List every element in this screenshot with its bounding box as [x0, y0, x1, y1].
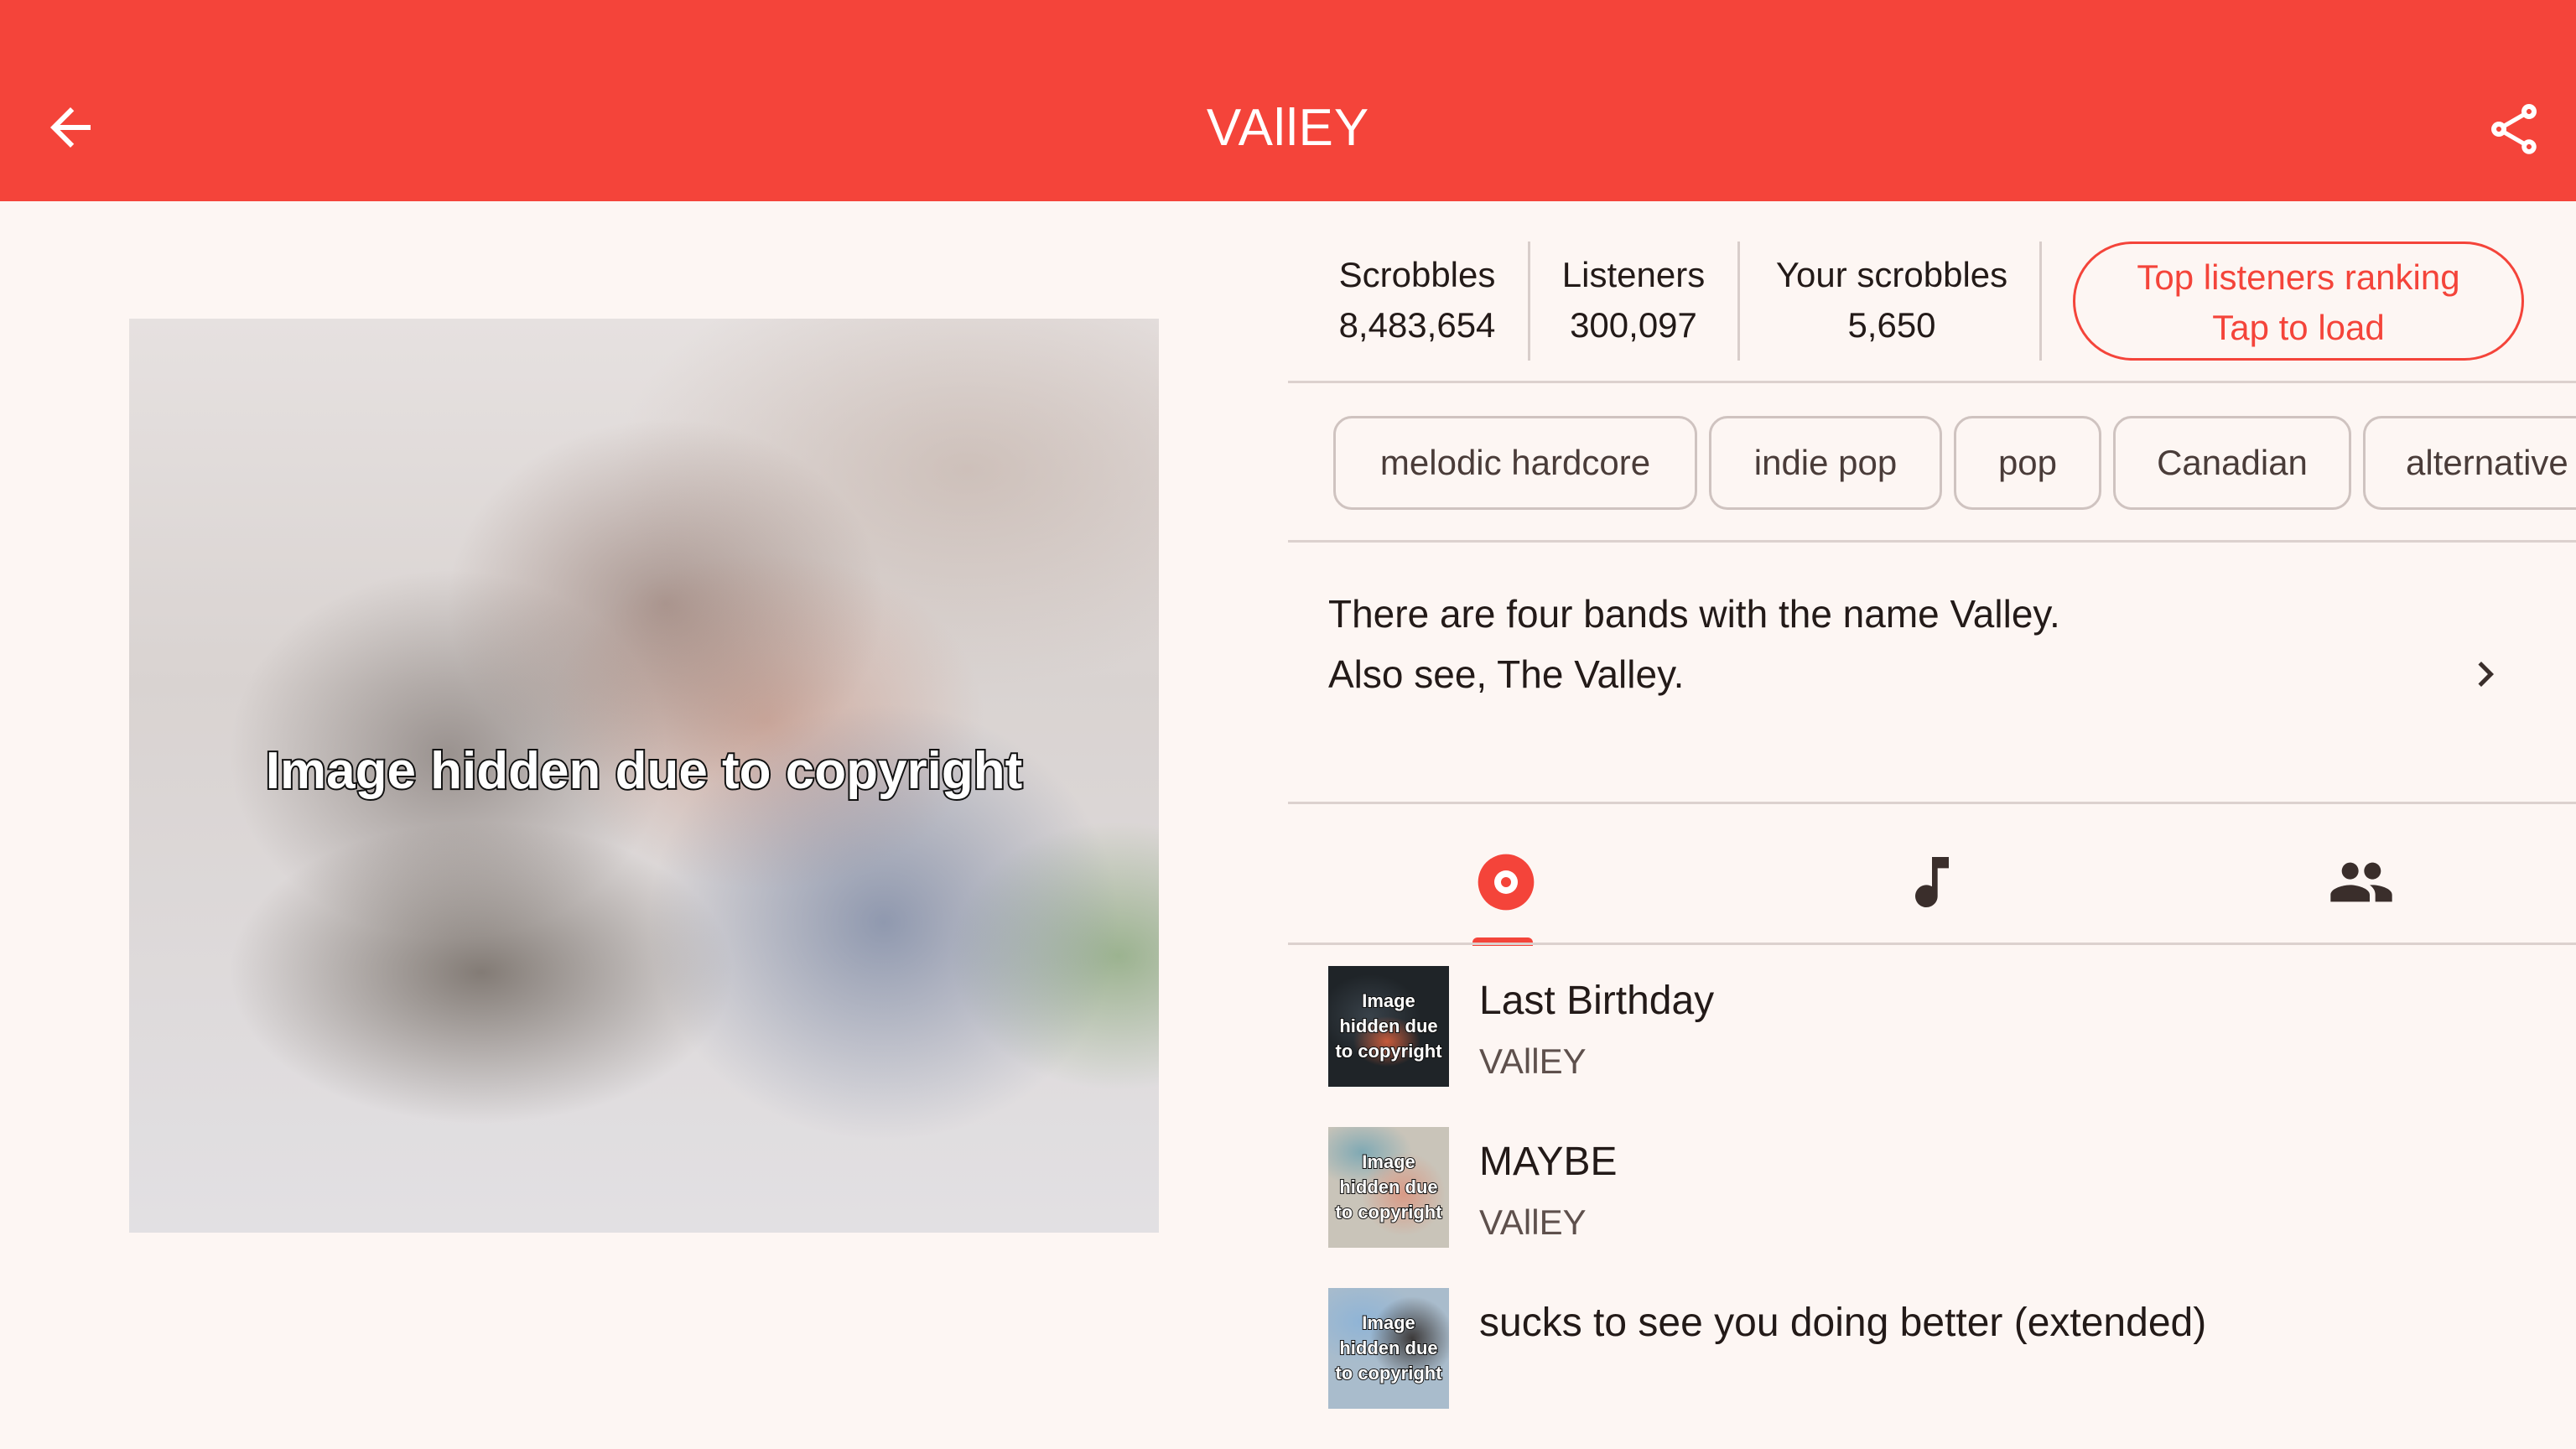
tag-list: melodic hardcore indie pop pop Canadian … [1333, 416, 2576, 510]
image-hidden-caption: Image hidden due to copyright [1334, 989, 1442, 1062]
image-hidden-caption: Image hidden due to copyright [1334, 1150, 1442, 1223]
artist-image[interactable]: Image hidden due to copyright [129, 319, 1159, 1233]
stat-your-scrobbles: Your scrobbles 5,650 [1758, 250, 2026, 351]
stat-listeners-value: 300,097 [1570, 305, 1697, 345]
album-thumbnail: Image hidden due to copyright [1328, 1127, 1449, 1248]
section-divider [1288, 802, 2576, 804]
stat-listeners: Listeners 300,097 [1535, 250, 1732, 351]
album-thumbnail: Image hidden due to copyright [1328, 1288, 1449, 1409]
stat-scrobbles: Scrobbles 8,483,654 [1325, 250, 1509, 351]
album-title: MAYBE [1479, 1140, 1618, 1184]
stat-scrobbles-value: 8,483,654 [1338, 305, 1496, 345]
stat-scrobbles-label: Scrobbles [1338, 255, 1496, 294]
app-bar: VAllEY [0, 0, 2576, 201]
section-divider [1288, 381, 2576, 383]
bio-line: Also see, The Valley. [1328, 652, 1685, 696]
top-listeners-button[interactable]: Top listeners ranking Tap to load [2073, 242, 2524, 361]
album-title: sucks to see you doing better (extended) [1479, 1301, 2207, 1345]
album-artist: VAllEY [1479, 1202, 1587, 1242]
stat-divider [1528, 242, 1530, 361]
tap-to-load-label: Tap to load [2212, 308, 2385, 347]
stat-divider [2039, 242, 2042, 361]
tag-chip[interactable]: pop [1954, 416, 2101, 510]
tag-chip[interactable]: alternative p [2363, 416, 2576, 510]
tag-chip[interactable]: indie pop [1709, 416, 1942, 510]
people-icon[interactable] [2328, 849, 2395, 916]
bio-line: There are four bands with the name Valle… [1328, 592, 2060, 636]
top-listeners-label: Top listeners ranking [2137, 257, 2460, 297]
image-hidden-caption: Image hidden due to copyright [264, 740, 1024, 802]
share-icon [2491, 104, 2537, 154]
stat-listeners-label: Listeners [1561, 255, 1706, 294]
section-divider [1288, 540, 2576, 543]
section-divider [1288, 943, 2576, 945]
page-title: VAllEY [1206, 99, 1370, 157]
image-hidden-caption: Image hidden due to copyright [1334, 1311, 1442, 1384]
music-note-icon[interactable] [1898, 849, 1966, 916]
album-thumbnail: Image hidden due to copyright [1328, 966, 1449, 1087]
stat-your-scrobbles-label: Your scrobbles [1775, 255, 2008, 294]
tag-chip[interactable]: melodic hardcore [1333, 416, 1697, 510]
list-item[interactable]: Image hidden due to copyright Last Birth… [1288, 966, 2576, 1127]
chevron-right-icon[interactable] [2460, 649, 2511, 699]
tag-chip[interactable]: Canadian [2113, 416, 2351, 510]
list-item[interactable]: Image hidden due to copyright sucks to s… [1288, 1288, 2576, 1449]
album-artist: VAllEY [1479, 1041, 1587, 1081]
share-button[interactable] [2484, 99, 2544, 159]
stat-your-scrobbles-value: 5,650 [1847, 305, 1936, 345]
album-icon[interactable] [1472, 849, 1540, 916]
list-item[interactable]: Image hidden due to copyright MAYBE VAll… [1288, 1127, 2576, 1288]
stat-divider [1737, 242, 1740, 361]
album-title: Last Birthday [1479, 979, 1715, 1023]
artist-bio[interactable]: There are four bands with the name Valle… [1328, 584, 2418, 704]
